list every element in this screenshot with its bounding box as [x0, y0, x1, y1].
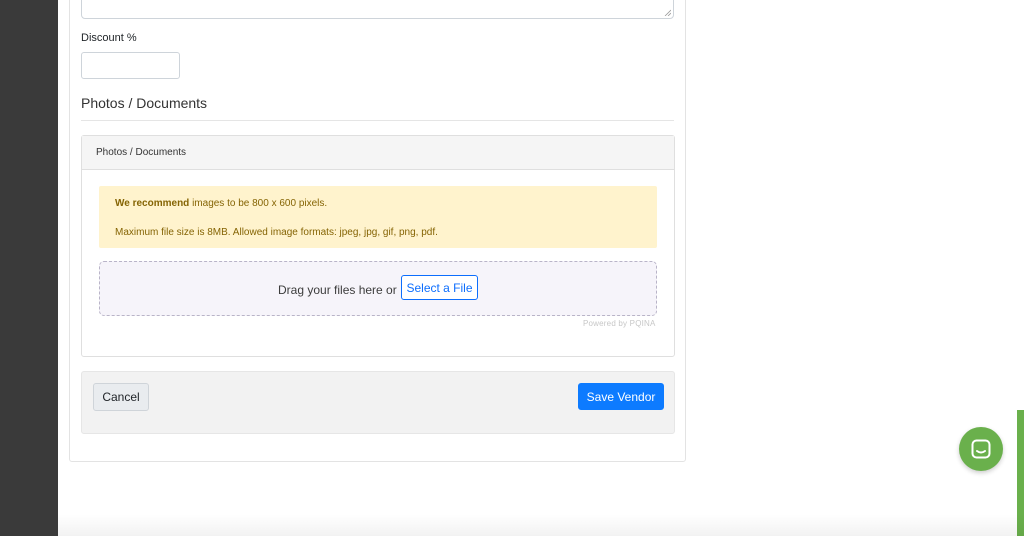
section-divider: [81, 120, 674, 121]
bottom-shadow: [58, 514, 1024, 536]
photos-panel: Photos / Documents We recommend images t…: [81, 135, 675, 357]
form-footer: Cancel Save Vendor: [81, 371, 675, 434]
left-sidebar: [0, 0, 58, 536]
alert-line-1: We recommend images to be 800 x 600 pixe…: [115, 198, 327, 209]
panel-header-label: Photos / Documents: [96, 147, 187, 158]
cancel-button[interactable]: Cancel: [93, 383, 149, 411]
alert-bold-text: We recommend: [115, 198, 190, 209]
panel-header: Photos / Documents: [82, 136, 674, 170]
resize-grip-icon[interactable]: [664, 9, 671, 16]
discount-input[interactable]: [81, 52, 180, 79]
recommendation-alert: We recommend images to be 800 x 600 pixe…: [99, 186, 657, 248]
discount-label: Discount %: [81, 32, 137, 44]
alert-line-2: Maximum file size is 8MB. Allowed image …: [115, 227, 438, 238]
powered-by-credit[interactable]: Powered by PQINA: [583, 319, 656, 328]
chat-launcher-button[interactable]: [959, 427, 1003, 471]
chat-icon: [971, 439, 991, 459]
notes-textarea[interactable]: [81, 0, 674, 19]
select-file-button[interactable]: Select a File: [401, 275, 478, 300]
save-vendor-button[interactable]: Save Vendor: [578, 383, 664, 410]
section-title: Photos / Documents: [81, 95, 208, 111]
dropzone-text: Drag your files here or: [278, 283, 397, 297]
file-dropzone[interactable]: Drag your files here or Select a File: [99, 261, 657, 316]
alert-line-1-text: images to be 800 x 600 pixels.: [189, 198, 328, 209]
